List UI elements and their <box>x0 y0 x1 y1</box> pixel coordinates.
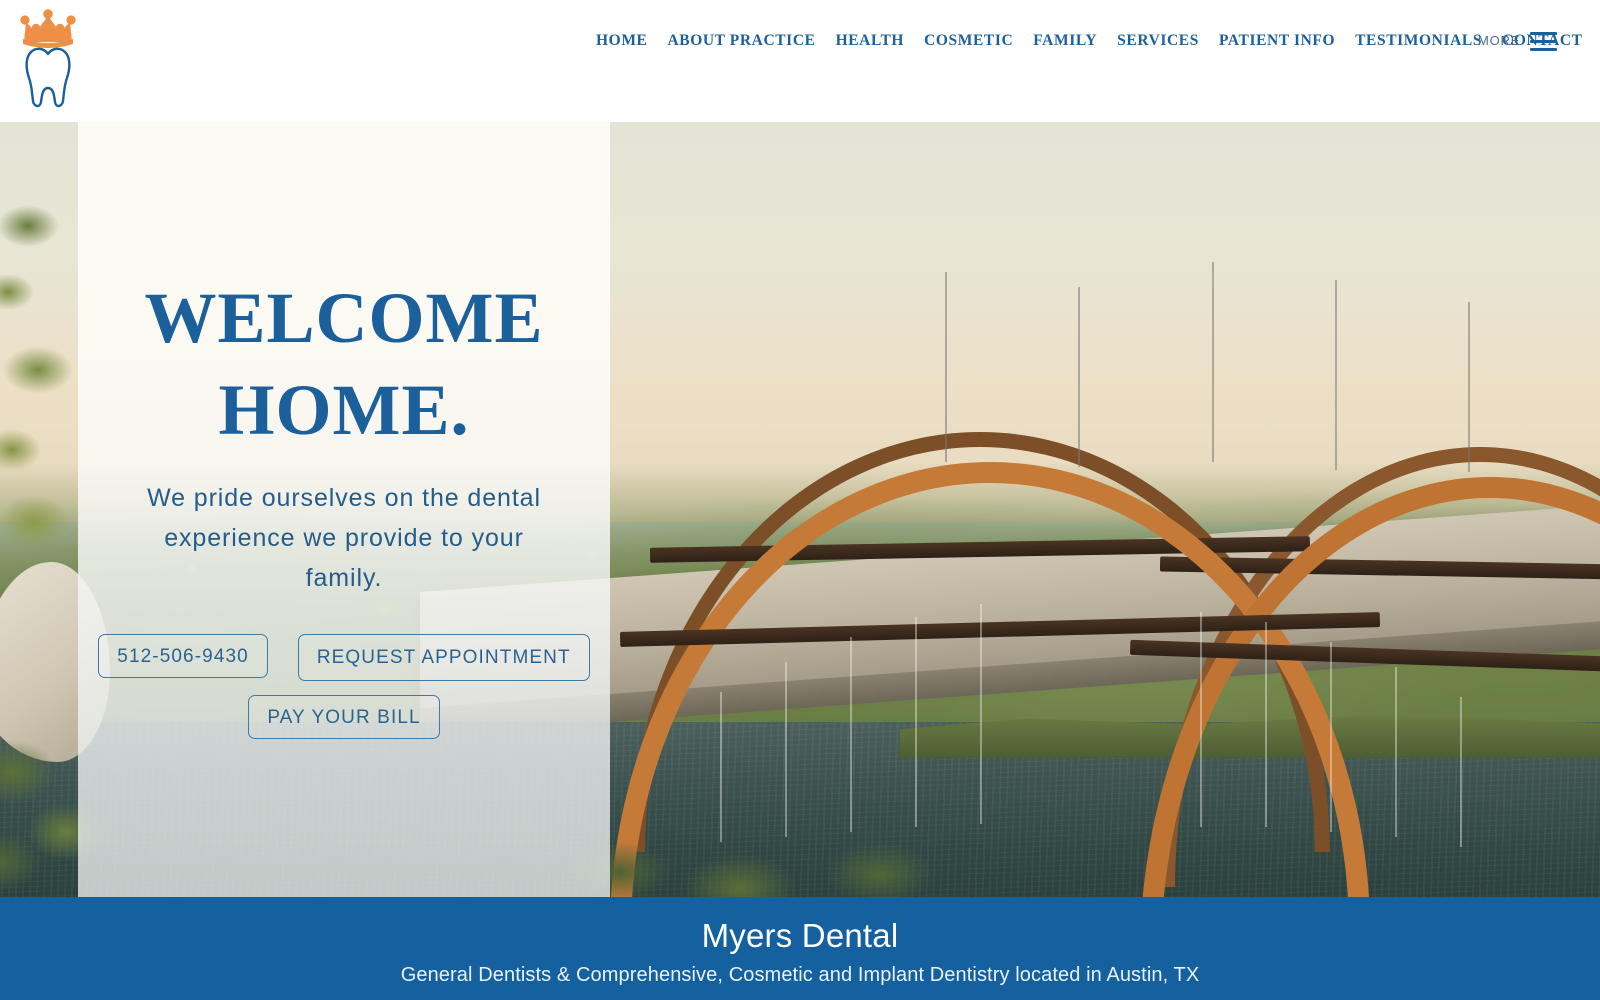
hero-headline: WELCOME HOME. <box>78 272 610 456</box>
hero-section: WELCOME HOME. We pride ourselves on the … <box>0 122 1600 897</box>
nav-item-patient-info[interactable]: PATIENT INFO <box>1209 28 1345 54</box>
nav-item-family[interactable]: FAMILY <box>1023 28 1107 54</box>
more-menu-area: MORE <box>1478 28 1558 54</box>
hero-headline-line-1: WELCOME <box>144 278 544 358</box>
hamburger-menu-icon[interactable] <box>1530 31 1558 51</box>
bridge-cable-9 <box>1395 667 1397 837</box>
hero-headline-line-2: HOME. <box>218 370 470 450</box>
bridge-mast-3 <box>1212 262 1214 462</box>
bridge-mast-1 <box>945 272 947 462</box>
hero-button-row-primary: 512-506-9430 REQUEST APPOINTMENT <box>78 634 610 681</box>
bridge-mast-2 <box>1078 287 1080 467</box>
myers-dental-tooth-crown-logo[interactable] <box>14 6 82 116</box>
nav-item-cosmetic[interactable]: COSMETIC <box>914 28 1023 54</box>
pennybacker-bridge <box>600 262 1600 897</box>
nav-item-home[interactable]: HOME <box>596 28 657 54</box>
bridge-cable-5 <box>980 604 982 824</box>
nav-item-health[interactable]: HEALTH <box>826 28 915 54</box>
hamburger-bar-top <box>1530 31 1558 35</box>
practice-description: General Dentists & Comprehensive, Cosmet… <box>400 964 1200 986</box>
bridge-cable-10 <box>1460 697 1462 847</box>
pay-your-bill-button[interactable]: PAY YOUR BILL <box>248 695 440 739</box>
bridge-cable-2 <box>785 662 787 837</box>
bridge-cable-8 <box>1330 642 1332 832</box>
bridge-cable-7 <box>1265 622 1267 827</box>
hero-content: WELCOME HOME. We pride ourselves on the … <box>78 122 610 897</box>
more-label[interactable]: MORE <box>1478 28 1520 54</box>
phone-button[interactable]: 512-506-9430 <box>98 634 268 678</box>
hero-subtitle: We pride ourselves on the dental experie… <box>147 484 541 592</box>
bridge-cable-4 <box>915 617 917 827</box>
bridge-cable-3 <box>850 637 852 832</box>
practice-info-banner: Myers Dental General Dentists & Comprehe… <box>0 897 1600 1000</box>
foreground-shrub-bottom <box>560 812 980 897</box>
bridge-mast-5 <box>1468 302 1470 472</box>
nav-item-services[interactable]: SERVICES <box>1107 28 1209 54</box>
bridge-mast-4 <box>1335 280 1337 470</box>
hamburger-bar-bottom <box>1530 47 1558 51</box>
bridge-cable-6 <box>1200 612 1202 827</box>
request-appointment-button[interactable]: REQUEST APPOINTMENT <box>297 634 590 681</box>
hero-left-photo-strip <box>0 122 78 897</box>
practice-name: Myers Dental <box>701 917 899 954</box>
nav-item-testimonials[interactable]: TESTIMONIALS <box>1345 28 1492 54</box>
nav-item-about-practice[interactable]: ABOUT PRACTICE <box>657 28 825 54</box>
site-header: HOME ABOUT PRACTICE HEALTH COSMETIC FAMI… <box>0 0 1600 122</box>
main-navigation: HOME ABOUT PRACTICE HEALTH COSMETIC FAMI… <box>596 28 1593 54</box>
hero-button-row-secondary: PAY YOUR BILL <box>78 681 610 739</box>
hamburger-bar-middle <box>1530 39 1558 43</box>
